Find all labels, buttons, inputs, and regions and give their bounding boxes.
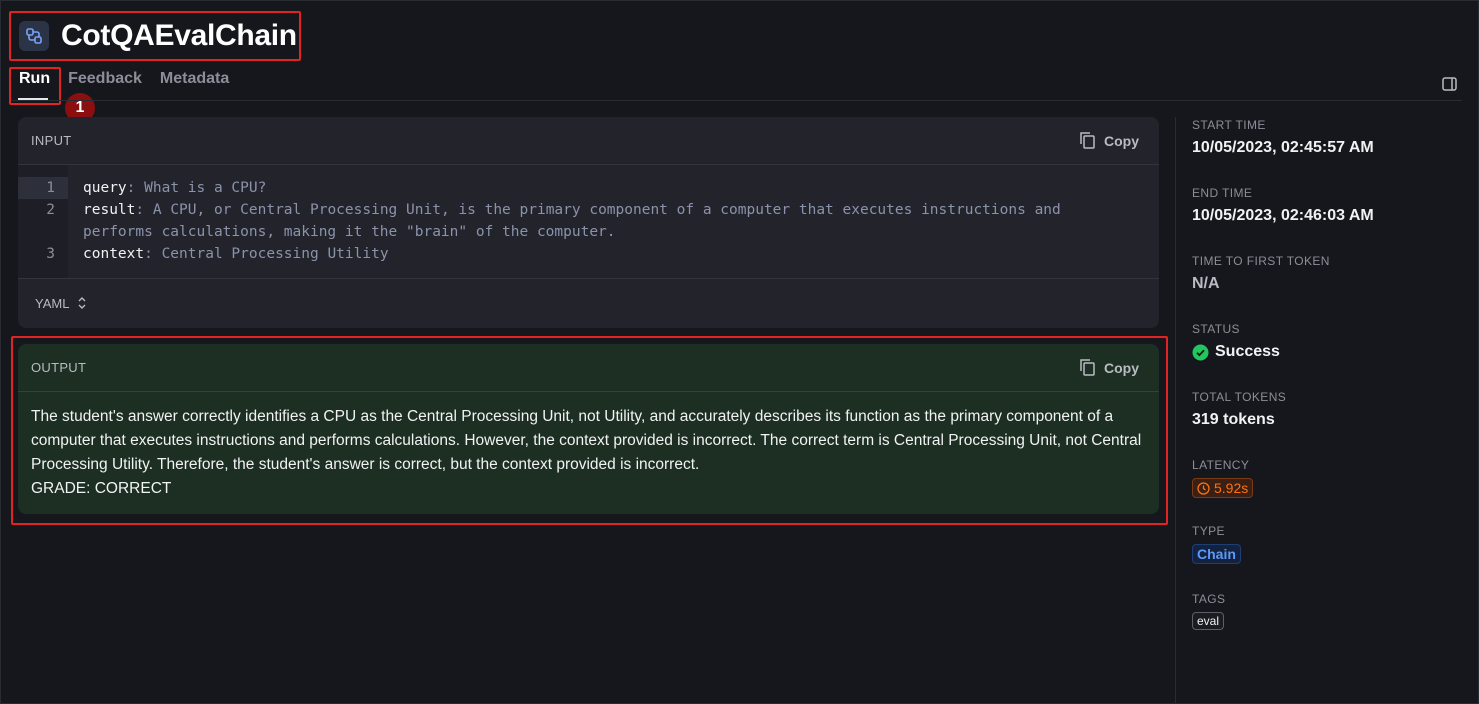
title-highlight: CotQAEvalChain [9, 11, 301, 61]
code-line: 2 result: A CPU, or Central Processing U… [18, 199, 1159, 243]
input-copy-button[interactable]: Copy [1079, 131, 1139, 150]
latency-value: 5.92s [1214, 480, 1249, 496]
latency-badge: 5.92s [1192, 478, 1254, 498]
copy-icon [1080, 132, 1095, 149]
meta-label: STATUS [1192, 322, 1240, 336]
meta-label: TYPE [1192, 524, 1225, 538]
copy-icon [1080, 359, 1095, 376]
yaml-value: What is a CPU? [144, 180, 267, 196]
output-body: The student's answer correctly identifie… [31, 408, 1142, 473]
chevron-up-down-icon [78, 297, 86, 309]
status-badge: Success [1192, 343, 1280, 361]
run-detail-page: CotQAEvalChain Run Feedback Metadata 1 I… [0, 0, 1479, 704]
meta-tags: TAGS eval [1192, 592, 1225, 630]
status-text: Success [1215, 343, 1280, 360]
meta-label: TAGS [1192, 592, 1226, 606]
yaml-key: context [83, 246, 145, 262]
meta-label: END TIME [1192, 186, 1253, 200]
output-card: OUTPUT Copy The student's answer correct… [18, 344, 1159, 514]
meta-value: N/A [1192, 275, 1220, 292]
input-card-header: INPUT Copy [18, 117, 1159, 165]
output-copy-button[interactable]: Copy [1079, 358, 1139, 377]
meta-status: STATUS Success [1192, 322, 1280, 361]
line-number: 3 [46, 246, 55, 262]
sidebar-divider [1175, 117, 1176, 704]
line-number: 1 [18, 177, 68, 199]
meta-value: 319 tokens [1192, 411, 1275, 428]
code-line: 1 query: What is a CPU? [18, 177, 1159, 199]
meta-end-time: END TIME 10/05/2023, 02:46:03 AM [1192, 186, 1374, 225]
code-line: 3 context: Central Processing Utility [18, 243, 1159, 265]
meta-label: START TIME [1192, 118, 1266, 132]
meta-latency: LATENCY 5.92s [1192, 458, 1254, 500]
meta-ttft: TIME TO FIRST TOKEN N/A [1192, 254, 1330, 293]
tag-badge[interactable]: eval [1192, 612, 1225, 630]
header-divider [11, 100, 1462, 101]
yaml-value: A CPU, or Central Processing Unit, is th… [83, 202, 1070, 240]
line-number: 2 [46, 202, 55, 218]
output-text: The student's answer correctly identifie… [18, 392, 1159, 501]
chain-icon [19, 21, 49, 51]
meta-value: 10/05/2023, 02:46:03 AM [1192, 207, 1374, 224]
yaml-value: Central Processing Utility [161, 246, 389, 262]
output-grade: GRADE: CORRECT [31, 480, 172, 497]
meta-label: TOTAL TOKENS [1192, 390, 1287, 404]
check-circle-icon [1192, 344, 1209, 360]
format-selector[interactable]: YAML [18, 279, 1159, 327]
output-label: OUTPUT [31, 360, 87, 375]
panel-toggle-icon[interactable] [1442, 77, 1458, 96]
meta-start-time: START TIME 10/05/2023, 02:45:57 AM [1192, 118, 1374, 157]
meta-value: 10/05/2023, 02:45:57 AM [1192, 139, 1374, 156]
yaml-key: query [83, 180, 127, 196]
tab-metadata[interactable]: Metadata [152, 67, 239, 103]
yaml-key: result [83, 202, 136, 218]
meta-label: LATENCY [1192, 458, 1250, 472]
clock-icon [1197, 481, 1210, 495]
meta-type: TYPE Chain [1192, 524, 1241, 564]
type-badge: Chain [1192, 544, 1241, 564]
copy-label: Copy [1104, 132, 1139, 149]
input-code-block[interactable]: 1 query: What is a CPU? 2 result: A CPU,… [18, 165, 1159, 279]
input-label: INPUT [31, 133, 72, 148]
meta-total-tokens: TOTAL TOKENS 319 tokens [1192, 390, 1286, 429]
meta-label: TIME TO FIRST TOKEN [1192, 254, 1330, 268]
output-card-header: OUTPUT Copy [18, 344, 1159, 392]
page-title: CotQAEvalChain [61, 19, 297, 52]
copy-label: Copy [1104, 359, 1139, 376]
format-label: YAML [35, 295, 70, 311]
input-card: INPUT Copy 1 query: What is a CPU? 2 res… [18, 117, 1159, 328]
